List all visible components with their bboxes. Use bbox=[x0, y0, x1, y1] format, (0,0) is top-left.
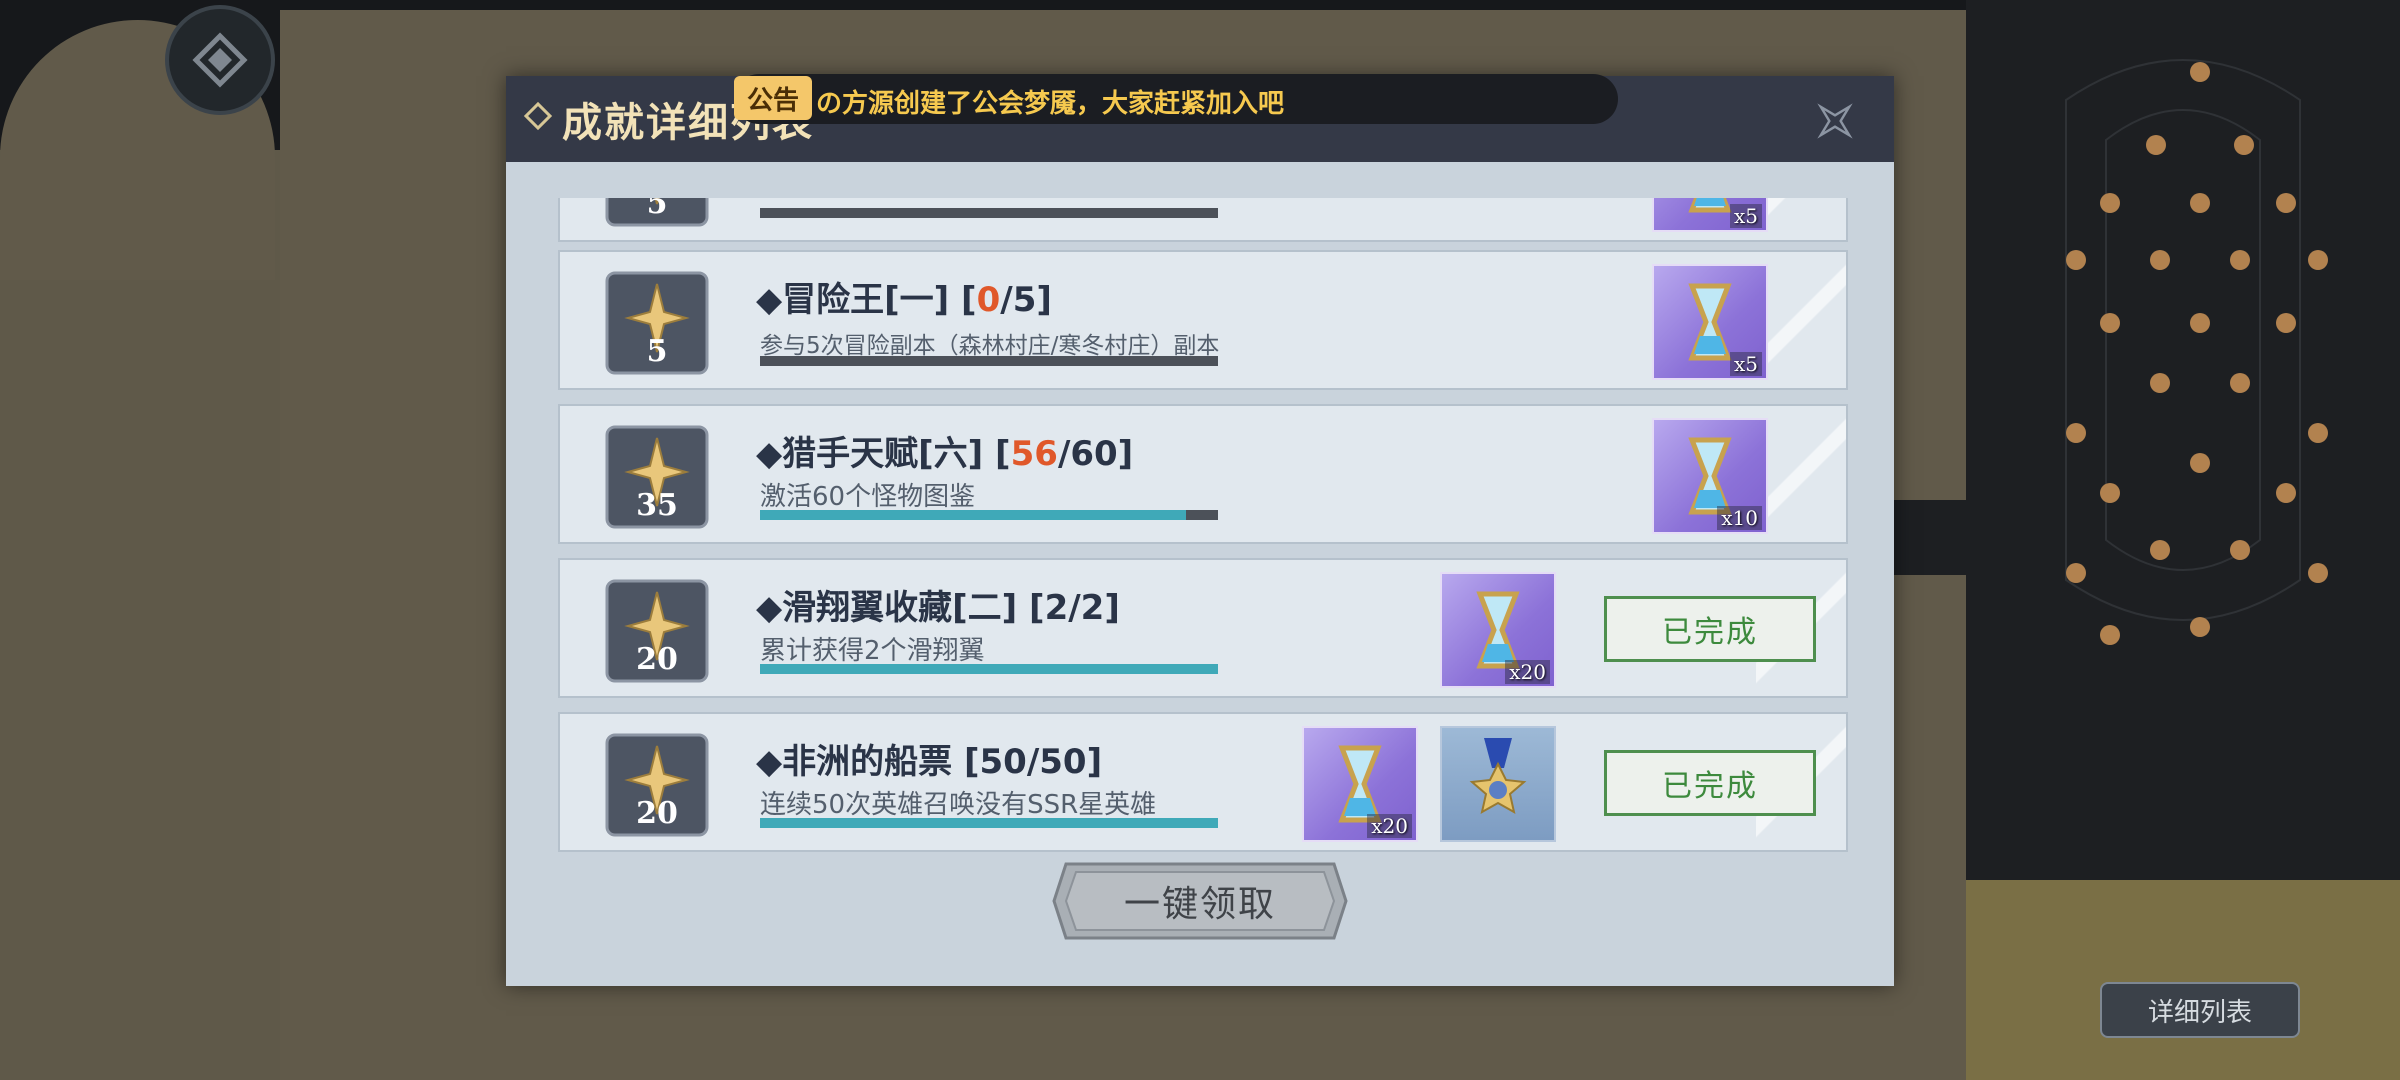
reward-item[interactable]: x5 bbox=[1652, 198, 1768, 232]
achievement-points: 20 bbox=[636, 796, 678, 831]
progress-bar bbox=[760, 208, 1218, 218]
reward-count: x20 bbox=[1505, 660, 1550, 684]
reward-count: x5 bbox=[1729, 204, 1762, 228]
achievement-dialog: 成就详细列表 5 x5 5 ◆冒险王[一] [0/5] 参与5次冒险副本（森林村… bbox=[506, 76, 1894, 986]
progress-bar bbox=[760, 664, 1218, 674]
achievement-description: 激活60个怪物图鉴 bbox=[760, 482, 976, 512]
medal-icon bbox=[1469, 738, 1527, 814]
current-progress: 0 bbox=[976, 280, 1001, 320]
achievement-row: 20 ◆滑翔翼收藏[二] [2/2] 累计获得2个滑翔翼 x20 已完成 bbox=[558, 558, 1848, 698]
detail-list-button[interactable]: 详细列表 bbox=[2100, 982, 2300, 1038]
constellation-diagram bbox=[2065, 59, 2328, 645]
background-arch bbox=[0, 10, 280, 1080]
reward-item[interactable]: x20 bbox=[1302, 726, 1418, 842]
reward-count: x5 bbox=[1729, 352, 1762, 376]
star-badge-icon: 5 bbox=[604, 270, 710, 376]
progress-bar bbox=[760, 818, 1218, 828]
achievement-title: ◆猎手天赋[六] [56/60] bbox=[756, 434, 1134, 474]
claim-all-label: 一键领取 bbox=[1123, 884, 1276, 925]
title-diamond-icon bbox=[523, 101, 553, 131]
achievement-row: 35 ◆猎手天赋[六] [56/60] 激活60个怪物图鉴 x10 bbox=[558, 404, 1848, 544]
star-badge-icon: 20 bbox=[604, 732, 710, 838]
star-badge-icon: 5 bbox=[604, 198, 710, 228]
achievement-row: 20 ◆非洲的船票 [50/50] 连续50次英雄召唤没有SSR星英雄 x20 … bbox=[558, 712, 1848, 852]
achievement-list[interactable]: 5 x5 5 ◆冒险王[一] [0/5] 参与5次冒险副本（森林村庄/寒冬村庄）… bbox=[550, 198, 1856, 923]
current-progress: 56 bbox=[1010, 434, 1058, 474]
progress-bar bbox=[760, 356, 1218, 366]
announcement-text: の方源创建了公会梦魇，大家赶紧加入吧 bbox=[816, 89, 1285, 119]
achievement-title: ◆滑翔翼收藏[二] [2/2] bbox=[756, 588, 1120, 628]
reward-count: x10 bbox=[1717, 506, 1762, 530]
right-panel bbox=[1966, 0, 2400, 1080]
achievement-row: 5 ◆冒险王[一] [0/5] 参与5次冒险副本（森林村庄/寒冬村庄）副本 x5 bbox=[558, 250, 1848, 390]
achievement-row: 5 x5 bbox=[558, 198, 1848, 242]
star-badge-icon: 35 bbox=[604, 424, 710, 530]
back-diamond-icon bbox=[192, 32, 248, 88]
reward-item[interactable]: x5 bbox=[1652, 264, 1768, 380]
reward-item[interactable]: x10 bbox=[1652, 418, 1768, 534]
announcement-badge: 公告 bbox=[734, 76, 812, 120]
achievement-title: ◆冒险王[一] [0/5] bbox=[756, 280, 1052, 320]
achievement-points: 5 bbox=[646, 198, 668, 221]
achievement-points: 5 bbox=[646, 334, 668, 369]
close-button[interactable] bbox=[1806, 92, 1864, 150]
achievement-description: 连续50次英雄召唤没有SSR星英雄 bbox=[760, 790, 1157, 820]
achievement-title: ◆非洲的船票 [50/50] bbox=[756, 742, 1103, 782]
reward-item[interactable]: x20 bbox=[1440, 572, 1556, 688]
achievement-description: 参与5次冒险副本（森林村庄/寒冬村庄）副本 bbox=[760, 333, 1220, 359]
achievement-points: 35 bbox=[636, 488, 678, 523]
close-x-icon bbox=[1817, 103, 1853, 139]
completed-button[interactable]: 已完成 bbox=[1604, 750, 1816, 816]
star-badge-icon: 20 bbox=[604, 578, 710, 684]
claim-all-button[interactable]: 一键领取 bbox=[1052, 858, 1348, 944]
reward-count: x20 bbox=[1367, 814, 1412, 838]
progress-bar bbox=[760, 510, 1218, 520]
side-tab bbox=[1890, 500, 1970, 575]
back-button[interactable] bbox=[165, 5, 275, 115]
achievement-points: 20 bbox=[636, 642, 678, 677]
achievement-description: 累计获得2个滑翔翼 bbox=[760, 636, 985, 666]
completed-button[interactable]: 已完成 bbox=[1604, 596, 1816, 662]
reward-item[interactable] bbox=[1440, 726, 1556, 842]
